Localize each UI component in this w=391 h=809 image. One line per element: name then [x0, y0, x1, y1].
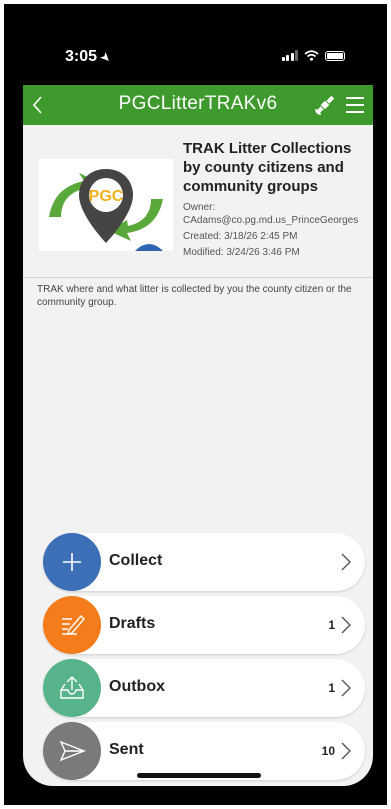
sent-button[interactable]: Sent 10 [43, 722, 365, 780]
modified-date: Modified: 3/24/26 3:46 PM [183, 247, 300, 258]
location-arrow-icon: ➤ [97, 50, 113, 66]
drafts-count: 1 [328, 618, 335, 632]
owner-label: Owner: [183, 202, 216, 213]
system-icons [281, 50, 345, 61]
plus-icon [63, 553, 81, 571]
survey-title: TRAK Litter Collections by county citize… [183, 140, 352, 195]
drafts-button[interactable]: Drafts 1 [43, 596, 365, 654]
created-date: Created: 3/18/26 2:45 PM [183, 231, 298, 242]
drafts-label: Drafts [109, 615, 156, 632]
survey-meta: Owner: CAdams@co.pg.md.us_PrinceGeorges … [183, 201, 369, 259]
chevron-right-icon [341, 742, 351, 760]
sent-label: Sent [109, 741, 144, 758]
outbox-label: Outbox [109, 678, 165, 695]
sent-count: 10 [321, 744, 335, 758]
outbox-count: 1 [328, 681, 335, 695]
phone-screen: 3:05➤ PGCLitterTRAKv6 PGC TRAK Litter Co… [23, 23, 373, 786]
collect-label: Collect [109, 552, 163, 569]
pencil-note-icon [62, 614, 85, 635]
survey-info: TRAK Litter Collections by county citize… [183, 139, 369, 259]
chevron-right-icon [341, 616, 351, 634]
send-icon [59, 740, 86, 762]
survey-content: PGC TRAK Litter Collections by county ci… [23, 125, 373, 786]
collect-circle [43, 533, 101, 591]
chevron-right-icon [341, 679, 351, 697]
outbox-button[interactable]: Outbox 1 [43, 659, 365, 717]
app-header: PGCLitterTRAKv6 [23, 85, 373, 125]
time-text: 3:05 [65, 48, 98, 65]
owner-value: CAdams@co.pg.md.us_PrinceGeorges [183, 215, 359, 226]
home-indicator[interactable] [137, 773, 261, 778]
logo-text: PGC [89, 188, 124, 205]
menu-button[interactable] [346, 97, 364, 118]
battery-icon [325, 50, 345, 61]
outbox-circle [43, 659, 101, 717]
survey-thumbnail: PGC [39, 159, 173, 251]
outbox-tray-icon [60, 676, 84, 699]
screenshot-frame: 3:05➤ PGCLitterTRAKv6 PGC TRAK Litter Co… [4, 4, 387, 805]
collect-button[interactable]: Collect [43, 533, 365, 591]
cellular-signal-icon [281, 50, 298, 61]
satellite-icon[interactable] [313, 93, 337, 117]
sent-circle [43, 722, 101, 780]
pgc-logo-image: PGC [39, 159, 173, 251]
status-bar: 3:05➤ [23, 23, 373, 85]
divider [23, 277, 373, 278]
status-time: 3:05➤ [65, 48, 113, 66]
chevron-right-icon [341, 553, 351, 571]
drafts-circle [43, 596, 101, 654]
wifi-icon [304, 50, 319, 61]
survey-description: TRAK where and what litter is collected … [37, 284, 352, 308]
